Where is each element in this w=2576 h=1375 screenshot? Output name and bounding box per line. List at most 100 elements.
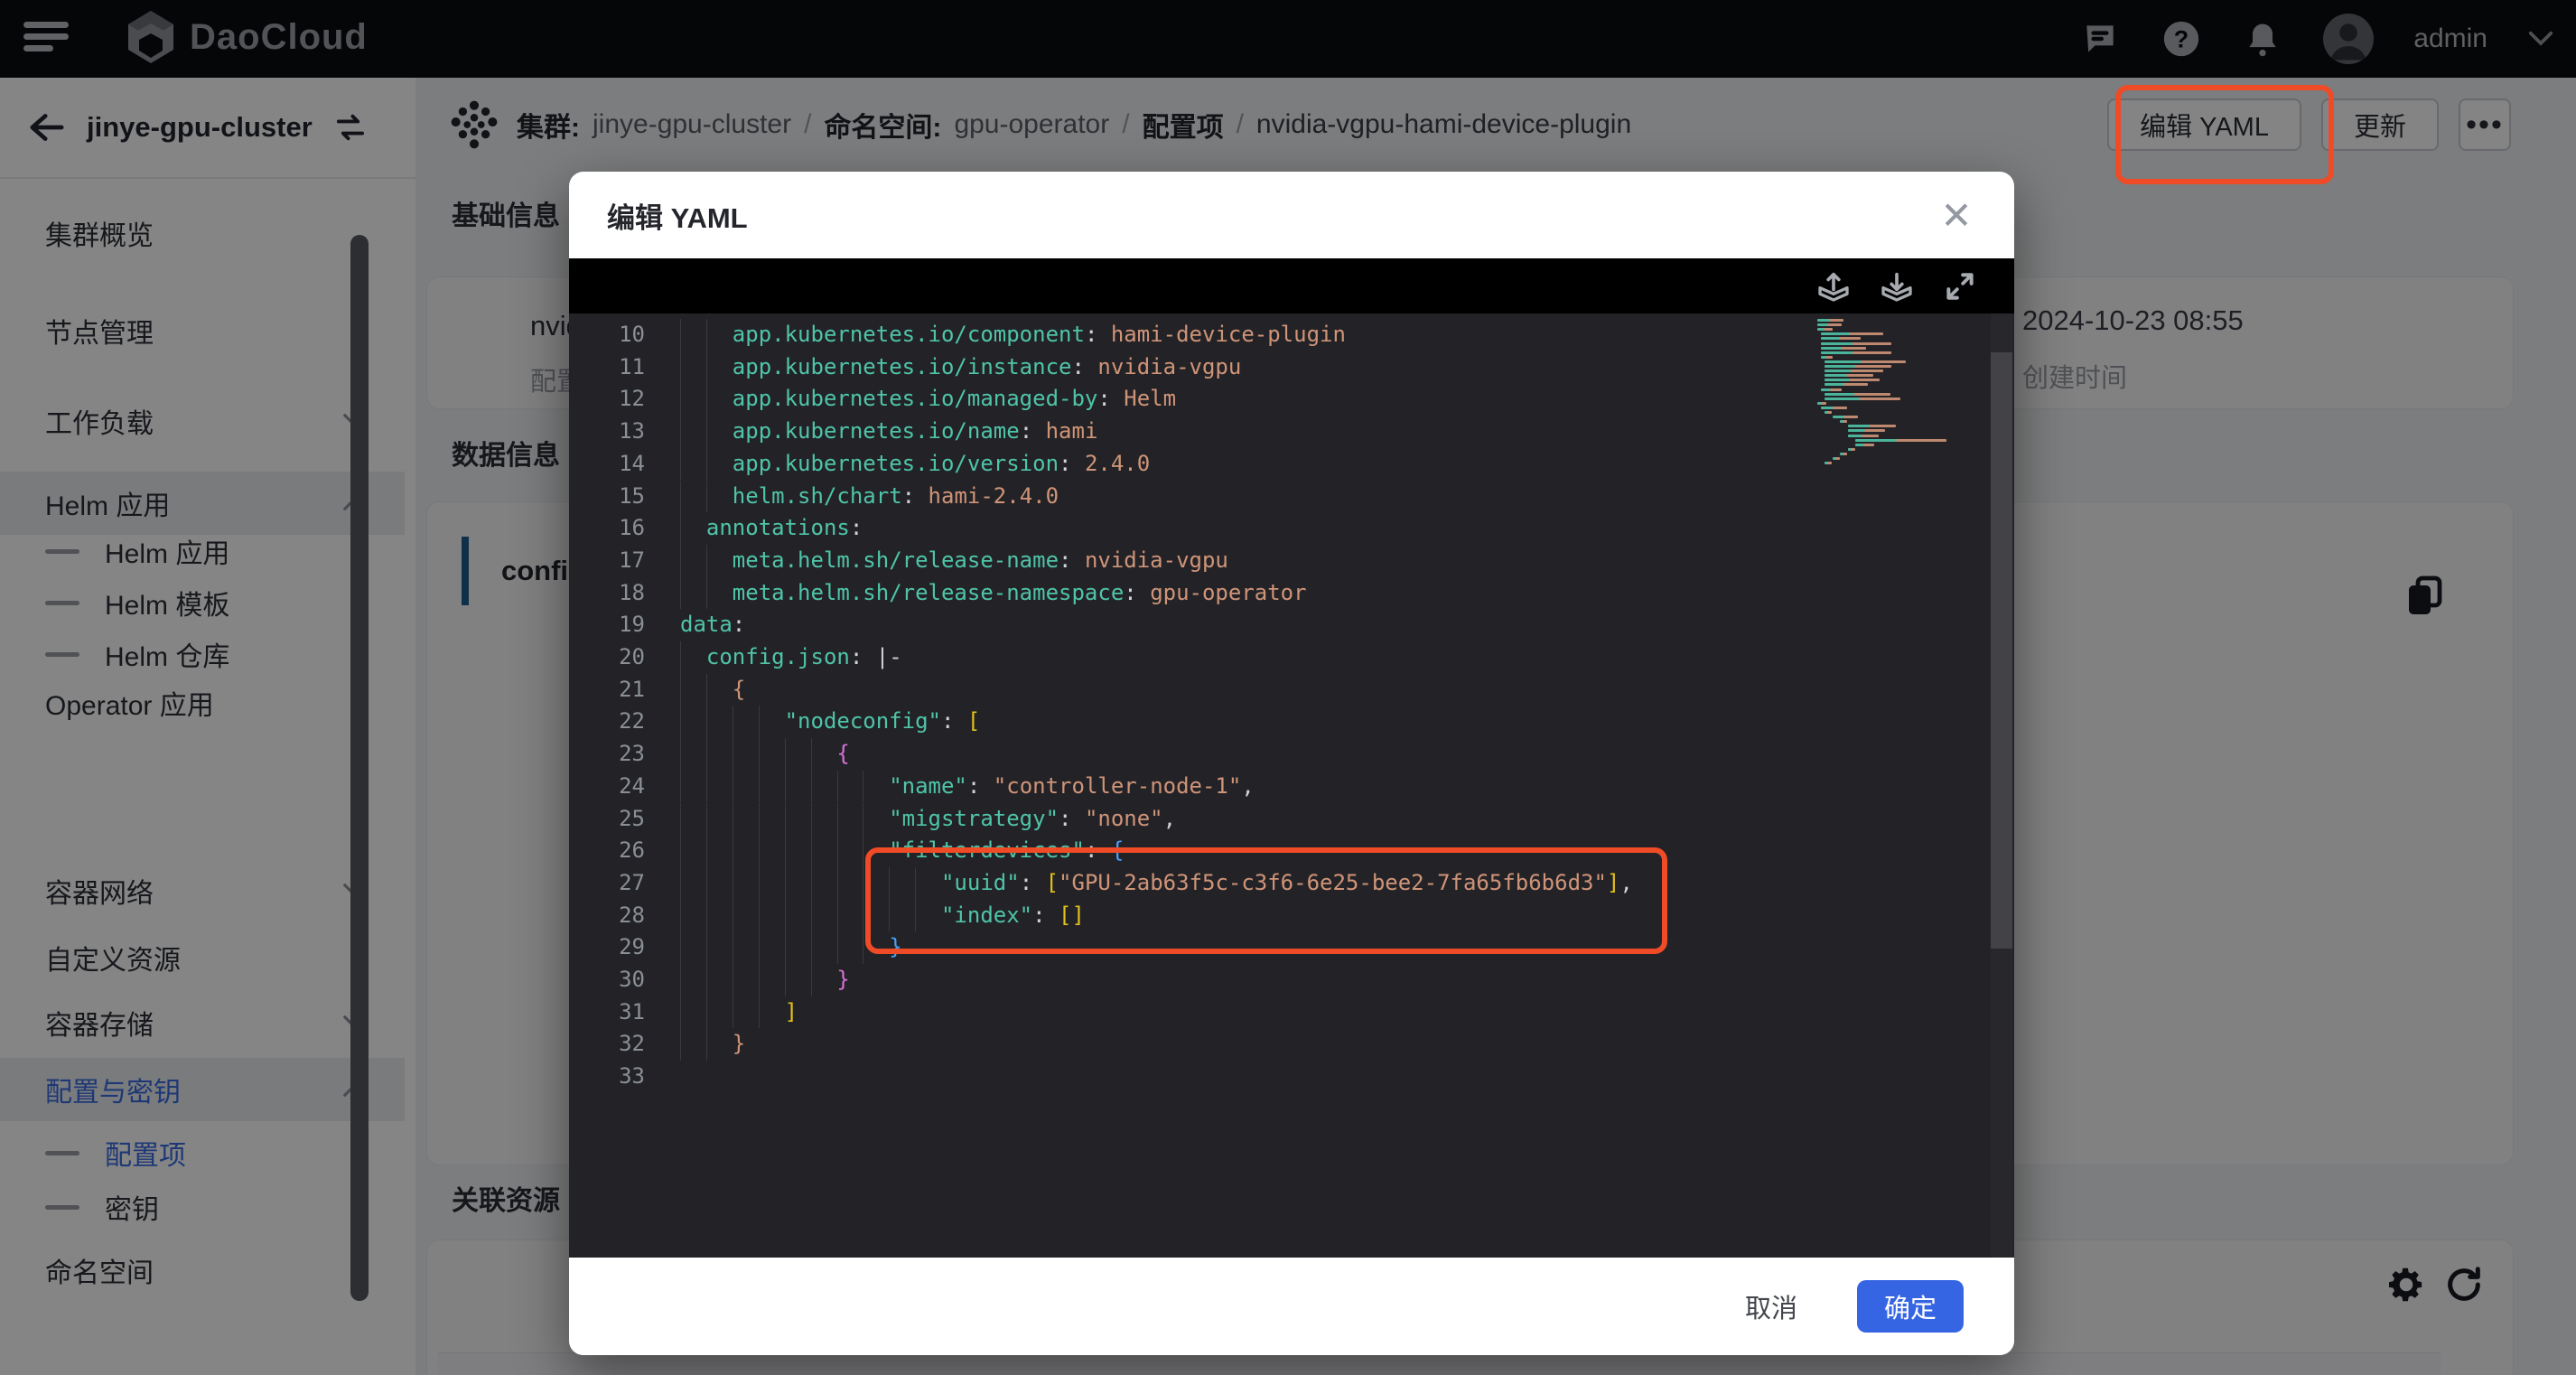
minimap-line	[1817, 323, 1842, 326]
code-text: app.kubernetes.io/version: 2.4.0	[680, 448, 1150, 481]
line-number: 22	[569, 706, 645, 738]
line-number: 19	[569, 609, 645, 641]
code-text: "uuid": ["GPU-2ab63f5c-c3f6-6e25-bee2-7f…	[680, 867, 1633, 900]
code-line-32[interactable]: 32 }	[569, 1028, 2014, 1061]
code-line-26[interactable]: 26 "filterdevices": {	[569, 835, 2014, 867]
minimap-line	[1825, 379, 1880, 381]
minimap-line	[1825, 360, 1905, 363]
minimap-line	[1825, 383, 1868, 386]
line-number: 14	[569, 448, 645, 481]
code-text: meta.helm.sh/release-namespace: gpu-oper…	[680, 577, 1307, 610]
app-root: DaoCloud ? admin	[0, 0, 2576, 1375]
minimap-line	[1821, 407, 1847, 409]
minimap-line	[1855, 439, 1946, 442]
code-text: "index": []	[680, 900, 1085, 932]
code-line-27[interactable]: 27 "uuid": ["GPU-2ab63f5c-c3f6-6e25-bee2…	[569, 867, 2014, 900]
code-line-25[interactable]: 25 "migstrategy": "none",	[569, 803, 2014, 836]
code-text: }	[680, 964, 850, 996]
code-text: ]	[680, 996, 798, 1029]
code-text: config.json: |-	[680, 641, 902, 674]
line-number: 11	[569, 351, 645, 384]
editor-scrollbar-thumb[interactable]	[1991, 352, 2012, 949]
line-number: 13	[569, 416, 645, 448]
modal-header: 编辑 YAML ✕	[569, 172, 2014, 258]
code-line-15[interactable]: 15 helm.sh/chart: hami-2.4.0	[569, 481, 2014, 513]
code-text: meta.helm.sh/release-name: nvidia-vgpu	[680, 545, 1228, 577]
code-text: }	[680, 931, 902, 964]
code-line-31[interactable]: 31 ]	[569, 996, 2014, 1029]
code-line-19[interactable]: 19 data:	[569, 609, 2014, 641]
line-number: 20	[569, 641, 645, 674]
code-line-28[interactable]: 28 "index": []	[569, 900, 2014, 932]
editor-toolbar	[569, 258, 2014, 313]
line-number: 12	[569, 383, 645, 416]
line-number: 25	[569, 803, 645, 836]
code-line-33[interactable]: 33	[569, 1061, 2014, 1093]
code-text: app.kubernetes.io/component: hami-device…	[680, 319, 1346, 351]
code-line-14[interactable]: 14 app.kubernetes.io/version: 2.4.0	[569, 448, 2014, 481]
minimap-line	[1825, 398, 1900, 400]
minimap-line	[1821, 347, 1865, 350]
minimap-line	[1817, 402, 1826, 405]
code-line-30[interactable]: 30 }	[569, 964, 2014, 996]
minimap-line	[1825, 462, 1832, 464]
code-line-17[interactable]: 17 meta.helm.sh/release-name: nvidia-vgp…	[569, 545, 2014, 577]
code-text: "filterdevices": {	[680, 835, 1124, 867]
line-number: 27	[569, 867, 645, 900]
code-text: "name": "controller-node-1",	[680, 771, 1255, 803]
download-icon[interactable]	[1877, 267, 1917, 306]
minimap-line	[1848, 435, 1879, 437]
code-line-23[interactable]: 23 {	[569, 738, 2014, 771]
cancel-button[interactable]: 取消	[1729, 1278, 1814, 1334]
code-text: {	[680, 674, 745, 706]
code-line-29[interactable]: 29 }	[569, 931, 2014, 964]
line-number: 10	[569, 319, 645, 351]
modal-footer: 取消 确定	[569, 1258, 2014, 1355]
line-number: 21	[569, 674, 645, 706]
code-line-10[interactable]: 10 app.kubernetes.io/component: hami-dev…	[569, 319, 2014, 351]
minimap-line	[1833, 416, 1859, 418]
minimap-line	[1821, 388, 1842, 391]
upload-icon[interactable]	[1814, 267, 1853, 306]
line-number: 15	[569, 481, 645, 513]
code-line-13[interactable]: 13 app.kubernetes.io/name: hami	[569, 416, 2014, 448]
code-text: "nodeconfig": [	[680, 706, 980, 738]
code-line-18[interactable]: 18 meta.helm.sh/release-namespace: gpu-o…	[569, 577, 2014, 610]
line-number: 17	[569, 545, 645, 577]
fullscreen-icon[interactable]	[1940, 267, 1980, 306]
code-line-12[interactable]: 12 app.kubernetes.io/managed-by: Helm	[569, 383, 2014, 416]
line-number: 18	[569, 577, 645, 610]
code-line-24[interactable]: 24 "name": "controller-node-1",	[569, 771, 2014, 803]
editor-minimap[interactable]	[1817, 319, 1980, 500]
minimap-line	[1821, 342, 1891, 345]
line-number: 30	[569, 964, 645, 996]
minimap-line	[1840, 453, 1847, 455]
code-text: }	[680, 1028, 745, 1061]
code-line-20[interactable]: 20 config.json: |-	[569, 641, 2014, 674]
code-line-16[interactable]: 16 annotations:	[569, 512, 2014, 545]
line-number: 23	[569, 738, 645, 771]
line-number: 24	[569, 771, 645, 803]
code-text: app.kubernetes.io/name: hami	[680, 416, 1097, 448]
line-number: 32	[569, 1028, 645, 1061]
minimap-line	[1825, 369, 1883, 372]
minimap-line	[1825, 393, 1890, 396]
code-text: app.kubernetes.io/instance: nvidia-vgpu	[680, 351, 1241, 384]
line-number: 33	[569, 1061, 645, 1093]
code-text: annotations:	[680, 512, 863, 545]
confirm-button[interactable]: 确定	[1857, 1280, 1964, 1333]
code-line-21[interactable]: 21 {	[569, 674, 2014, 706]
code-line-11[interactable]: 11 app.kubernetes.io/instance: nvidia-vg…	[569, 351, 2014, 384]
code-text: helm.sh/chart: hami-2.4.0	[680, 481, 1059, 513]
code-text: data:	[680, 609, 745, 641]
line-number: 29	[569, 931, 645, 964]
minimap-line	[1825, 374, 1872, 377]
yaml-editor[interactable]: 3332 }31 ]30 }29 }28 "index": []27 "uuid…	[569, 313, 2014, 1258]
minimap-line	[1821, 337, 1861, 340]
minimap-line	[1821, 332, 1882, 335]
minimap-line	[1825, 365, 1891, 368]
minimap-line	[1848, 425, 1896, 427]
close-icon[interactable]: ✕	[1929, 188, 1983, 242]
code-text: app.kubernetes.io/managed-by: Helm	[680, 383, 1176, 416]
code-line-22[interactable]: 22 "nodeconfig": [	[569, 706, 2014, 738]
